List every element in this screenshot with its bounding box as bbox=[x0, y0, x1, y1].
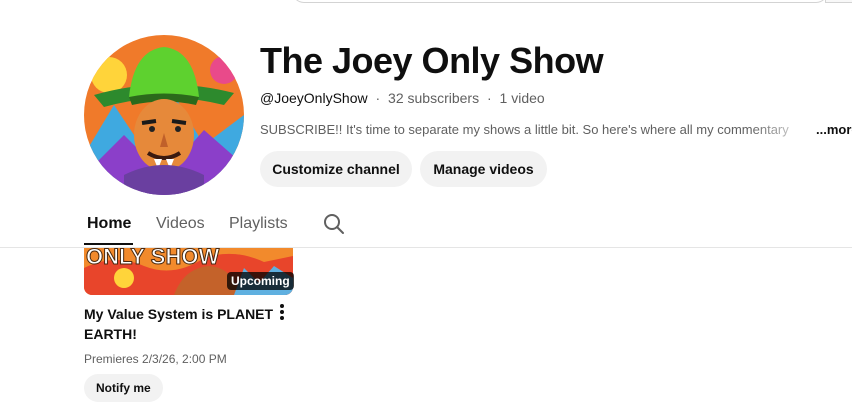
channel-description[interactable]: SUBSCRIBE!! It's time to separate my sho… bbox=[260, 122, 816, 137]
tab-home[interactable]: Home bbox=[84, 215, 134, 245]
more-vert-icon[interactable] bbox=[272, 302, 292, 322]
customize-channel-button[interactable]: Customize channel bbox=[260, 151, 412, 187]
video-title[interactable]: My Value System is PLANET EARTH! bbox=[84, 304, 274, 344]
channel-handle: @JoeyOnlyShow bbox=[260, 90, 368, 106]
meta-separator: · bbox=[375, 90, 381, 106]
notify-me-button[interactable]: Notify me bbox=[84, 374, 163, 402]
subscriber-count: 32 subscribers bbox=[388, 90, 480, 106]
search-icon[interactable] bbox=[322, 212, 346, 236]
tab-playlists[interactable]: Playlists bbox=[229, 215, 288, 243]
manage-videos-button[interactable]: Manage videos bbox=[420, 151, 547, 187]
video-count: 1 video bbox=[499, 90, 545, 106]
premiere-time: Premieres 2/3/26, 2:00 PM bbox=[84, 352, 227, 366]
more-link[interactable]: ...more bbox=[816, 122, 852, 137]
meta-separator: · bbox=[486, 90, 492, 106]
channel-tabs: Home Videos Playlists bbox=[0, 205, 852, 248]
upcoming-badge: Upcoming bbox=[227, 272, 294, 290]
thumb-text: ONLY SHOW bbox=[86, 248, 219, 269]
channel-title: The Joey Only Show bbox=[260, 40, 604, 81]
top-search-bar[interactable] bbox=[292, 0, 828, 3]
tab-videos[interactable]: Videos bbox=[156, 215, 205, 243]
channel-meta: @JoeyOnlyShow · 32 subscribers · 1 video bbox=[260, 90, 545, 106]
top-search-button[interactable] bbox=[825, 0, 852, 3]
channel-avatar[interactable] bbox=[84, 35, 244, 195]
